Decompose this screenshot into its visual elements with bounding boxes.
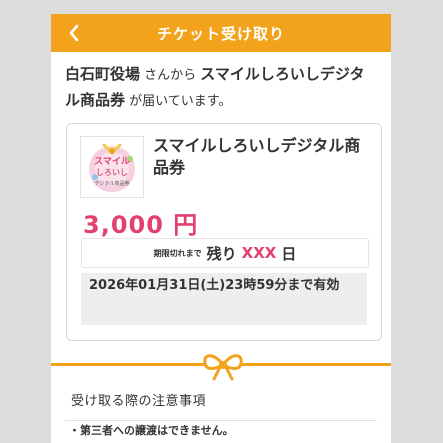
intro-message: 白石町役場 さんから スマイルしろいしデジタル商品券 が届いています。: [51, 52, 391, 114]
from-text: さんから: [140, 68, 201, 83]
remaining-days-value: XXX: [241, 244, 277, 262]
notice-item: ・第三者への譲渡はできません。: [69, 424, 234, 437]
svg-text:スマイル: スマイル: [94, 156, 130, 167]
ticket-card[interactable]: スマイル しろいし デジタル商品券 スマイルしろいしデジタル商品券 3,000 …: [66, 123, 382, 341]
ticket-title: スマイルしろいしデジタル商品券: [153, 136, 361, 177]
expiry-label: 期限切れまで: [153, 248, 202, 258]
ribbon-bow-icon: [203, 354, 243, 381]
notice-divider: [65, 420, 377, 421]
intro-suffix: が届いています。: [125, 94, 232, 109]
smile-shiroishi-logo: スマイル しろいし デジタル商品券: [89, 143, 135, 192]
svg-text:しろいし: しろいし: [96, 168, 128, 177]
expiry-countdown: 期限切れまで 残り XXX 日: [81, 238, 369, 268]
remaining-unit: 日: [281, 244, 297, 263]
notice-title: 受け取る際の注意事項: [71, 394, 207, 409]
back-button[interactable]: [61, 20, 87, 46]
ticket-thumbnail: スマイル しろいし デジタル商品券: [80, 136, 144, 198]
app-screen: チケット受け取り 白石町役場 さんから スマイルしろいしデジタル商品券 が届いて…: [51, 14, 391, 443]
ticket-price: 3,000 円: [83, 211, 199, 239]
header-bar: チケット受け取り: [51, 14, 391, 52]
page-title: チケット受け取り: [156, 24, 285, 43]
svg-text:デジタル商品券: デジタル商品券: [95, 180, 130, 187]
remaining-prefix: 残り: [206, 244, 237, 263]
expiry-deadline: 2026年01月31日(土)23時59分まで有効: [81, 273, 367, 325]
chevron-left-icon: [69, 24, 79, 42]
sender-name: 白石町役場: [65, 65, 141, 83]
